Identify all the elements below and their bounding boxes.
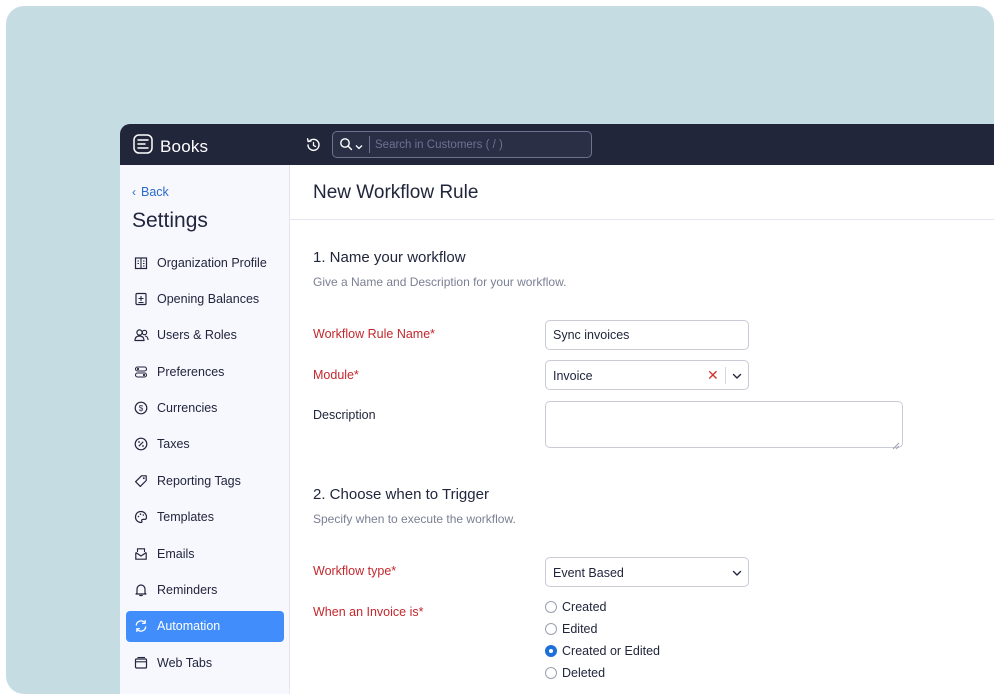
settings-sidebar: ‹ Back Settings Organization Profile Ope… [120,165,290,694]
section-2-description: Specify when to execute the workflow. [313,512,516,526]
radio-option-edited[interactable]: Edited [545,622,597,636]
module-selected-value: Invoice [553,369,593,383]
section-1-description: Give a Name and Description for your wor… [313,275,567,289]
search-input[interactable] [375,134,585,155]
ledger-icon [133,291,149,307]
sidebar-item-opening-balances[interactable]: Opening Balances [126,283,284,314]
sidebar-item-users-roles[interactable]: Users & Roles [126,320,284,351]
top-bar: Books [120,124,994,165]
history-icon [304,138,322,158]
sidebar-item-label: Taxes [157,437,190,452]
search-divider [369,136,370,153]
backdrop: Books Search in Customers (/) ‹ Back S… [6,6,994,694]
workflow-type-selected-value: Event Based [553,566,624,580]
back-label: Back [141,185,169,199]
dollar-icon: $ [133,400,149,416]
sidebar-item-label: Currencies [157,401,218,416]
sidebar-item-label: Automation [157,619,221,634]
chevron-left-icon: ‹ [132,185,136,199]
radio-label: Deleted [562,666,606,680]
sidebar-item-organization-profile[interactable]: Organization Profile [126,247,284,278]
toggles-icon [133,364,149,380]
sidebar-item-taxes[interactable]: Taxes [126,429,284,460]
brand[interactable]: Books [132,133,208,160]
sidebar-item-preferences[interactable]: Preferences [126,356,284,387]
chevron-down-icon[interactable] [731,369,743,381]
sidebar-item-label: Web Tabs [157,655,213,670]
trigger-event-label: When an Invoice is* [313,605,424,619]
main-content: New Workflow Rule 1. Name your workflow … [290,165,994,694]
sidebar-item-currencies[interactable]: $ Currencies [126,393,284,424]
description-label: Description [313,408,376,422]
sidebar-item-label: Emails [157,546,195,561]
module-label: Module* [313,368,359,382]
section-1-title: 1. Name your workflow [313,249,466,266]
window-icon [133,655,149,671]
app-name: Books [160,136,209,156]
refresh-icon [133,618,149,634]
sidebar-item-label: Reporting Tags [157,473,241,488]
palette-icon [133,509,149,525]
radio-option-created[interactable]: Created [545,600,606,614]
sidebar-item-automation[interactable]: Automation [126,610,284,642]
radio-label: Edited [562,622,598,636]
search-icon [339,137,353,156]
sidebar-item-reporting-tags[interactable]: Reporting Tags [126,465,284,496]
building-icon [133,255,149,271]
radio-option-deleted[interactable]: Deleted [545,666,605,680]
workflow-type-select[interactable]: Event Based [545,557,749,587]
search-scope-dropdown[interactable] [339,137,363,156]
sidebar-item-templates[interactable]: Templates [126,502,284,533]
chevron-down-icon [731,566,743,578]
bell-icon [133,582,149,598]
global-search [332,131,592,158]
rule-name-input[interactable] [545,320,749,350]
mail-icon [133,546,149,562]
module-select[interactable]: Invoice ✕ [545,360,749,390]
radio-button[interactable] [545,667,557,679]
settings-nav: Organization Profile Opening Balances Us… [126,247,284,684]
radio-button-checked[interactable] [545,645,557,657]
radio-button[interactable] [545,623,557,635]
app-window: Books Search in Customers (/) ‹ Back S… [120,124,994,694]
settings-title: Settings [132,209,208,232]
section-2-title: 2. Choose when to Trigger [313,486,489,503]
recent-history-button[interactable] [304,136,322,154]
sidebar-item-label: Templates [157,510,214,525]
sidebar-item-label: Opening Balances [157,291,260,306]
back-link[interactable]: ‹ Back [132,185,169,199]
select-divider [725,367,726,384]
books-logo-icon [132,133,154,160]
page-title: New Workflow Rule [313,182,479,203]
clear-icon[interactable]: ✕ [707,367,719,384]
sidebar-item-reminders[interactable]: Reminders [126,575,284,606]
radio-button[interactable] [545,601,557,613]
sidebar-item-label: Users & Roles [157,328,237,343]
sidebar-item-emails[interactable]: Emails [126,538,284,569]
chevron-down-icon [355,138,363,156]
page-header: New Workflow Rule [290,165,994,220]
sidebar-item-label: Preferences [157,364,225,379]
svg-text:$: $ [139,404,144,413]
percent-icon [133,436,149,452]
radio-label: Created or Edited [562,644,660,658]
radio-label: Created [562,600,607,614]
description-textarea[interactable] [545,401,903,450]
rule-name-label: Workflow Rule Name* [313,327,436,341]
radio-option-created-or-edited[interactable]: Created or Edited [545,644,660,658]
sidebar-item-label: Organization Profile [157,255,267,270]
sidebar-item-web-tabs[interactable]: Web Tabs [126,647,284,678]
tag-icon [133,473,149,489]
users-icon [133,327,149,343]
workflow-type-label: Workflow type* [313,564,397,578]
sidebar-item-label: Reminders [157,583,218,598]
resize-handle-icon[interactable] [892,437,900,450]
